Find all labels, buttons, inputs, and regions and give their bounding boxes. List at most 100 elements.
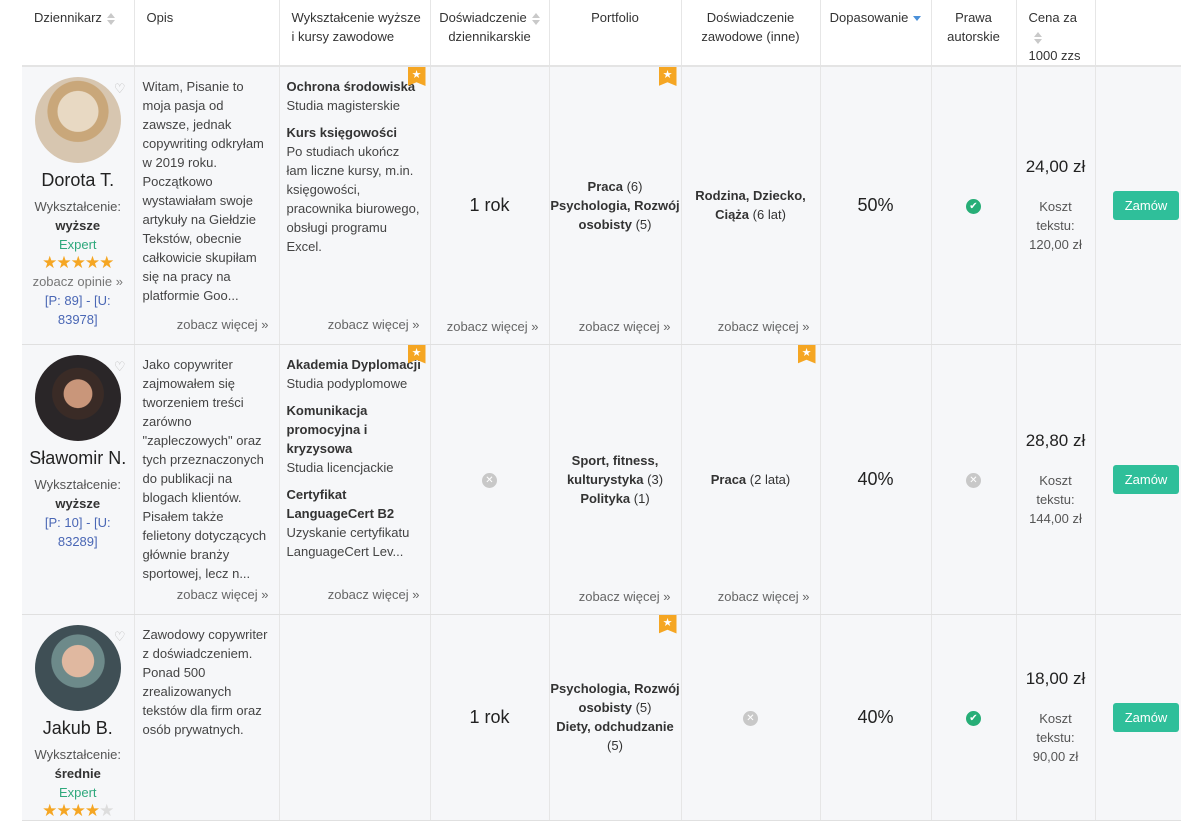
header-prawa-autorskie: Prawa autorskie <box>931 0 1017 67</box>
edu-item: Akademia Dyplomacji Studia podyplomowe <box>286 356 421 391</box>
see-more-link[interactable]: zobacz więcej » <box>328 585 420 604</box>
price-value: 24,00 zł <box>1025 156 1086 176</box>
cost-text: Koszt tekstu: 120,00 zł <box>1029 198 1082 252</box>
cost-text: Koszt tekstu: 144,00 zł <box>1029 472 1082 526</box>
education-cell: ★ Akademia Dyplomacji Studia podyplomowe … <box>279 344 431 615</box>
header-doswiadczenie-zawodowe: Doświadczenie zawodowe (inne) <box>681 0 821 67</box>
portfolio-list: Praca (6) Psychologia, Rozwój osobisty (… <box>550 178 680 232</box>
avatar[interactable] <box>34 77 121 163</box>
sort-icon[interactable] <box>1033 31 1042 44</box>
rating-stars: ★★★★★ <box>42 800 114 820</box>
price-cell: 18,00 zł Koszt tekstu: 90,00 zł <box>1016 614 1096 821</box>
header-dziennikarz[interactable]: Dziennikarz <box>22 0 135 67</box>
check-icon: ✔ <box>966 198 981 214</box>
other-exp-cell: Rodzina, Dziecko, Ciąża (6 lat) zobacz w… <box>681 66 821 345</box>
see-more-link[interactable]: zobacz więcej » <box>177 315 269 334</box>
match-cell: 40% <box>820 614 932 821</box>
heart-icon[interactable]: ♡ <box>114 629 126 645</box>
see-more-link[interactable]: zobacz więcej » <box>328 315 420 334</box>
other-exp-list: Rodzina, Dziecko, Ciąża (6 lat) <box>695 188 806 223</box>
pu-link[interactable]: [P: 10] - [U: 83289] <box>22 513 134 551</box>
portfolio-list: Psychologia, Rozwój osobisty (5) Diety, … <box>550 681 680 753</box>
table-row: ♡ Jakub B. Wykształcenie: średnie Expert … <box>22 614 1181 821</box>
header-dopasowanie[interactable]: Dopasowanie <box>820 0 932 67</box>
description-text: Jako copywriter zajmowałem się tworzenie… <box>142 356 267 581</box>
heart-icon[interactable]: ♡ <box>114 359 126 375</box>
other-exp-cell: ✕ <box>681 614 821 821</box>
cost-text: Koszt tekstu: 90,00 zł <box>1032 710 1079 764</box>
journalist-cell: ♡ Sławomir N. Wykształcenie: wyższe [P: 1… <box>22 344 135 615</box>
table-row: ♡ Sławomir N. Wykształcenie: wyższe [P: 1… <box>22 344 1181 615</box>
header-wyksztalcenie: Wykształcenie wyższe i kursy zawodowe <box>279 0 431 67</box>
journalist-cell: ♡ Dorota T. Wykształcenie: wyższe Expert … <box>22 66 135 345</box>
expert-badge: Expert <box>58 784 97 800</box>
education-cell: ★ Ochrona środowiska Studia magisterskie … <box>279 66 431 345</box>
match-value: 50% <box>857 194 894 215</box>
cross-icon: ✕ <box>966 472 981 488</box>
order-button[interactable]: Zamów <box>1112 190 1180 220</box>
price-cell: 24,00 zł Koszt tekstu: 120,00 zł <box>1016 66 1096 345</box>
order-button[interactable]: Zamów <box>1112 702 1180 732</box>
education-label: Wykształcenie: wyższe <box>34 476 122 511</box>
table-row: ♡ Dorota T. Wykształcenie: wyższe Expert … <box>22 66 1181 345</box>
edu-item: Komunikacja promocyjna i kryzysowa Studia… <box>286 402 394 475</box>
star-badge-icon: ★ <box>658 67 677 86</box>
copyright-cell: ✕ <box>931 344 1017 615</box>
see-opinions-link[interactable]: zobacz opinie » <box>22 272 134 291</box>
avatar[interactable] <box>34 624 121 711</box>
portfolio-list: Sport, fitness, kulturystyka (3) Polityk… <box>566 452 664 506</box>
journalism-value: 1 rok <box>469 194 510 215</box>
header-empty <box>1095 0 1181 67</box>
journalism-value: 1 rok <box>469 706 510 727</box>
match-value: 40% <box>857 468 894 489</box>
match-cell: 50% <box>820 66 932 345</box>
match-value: 40% <box>857 706 894 727</box>
match-cell: 40% <box>820 344 932 615</box>
heart-icon[interactable]: ♡ <box>114 81 126 97</box>
order-button[interactable]: Zamów <box>1112 464 1180 494</box>
header-portfolio: Portfolio <box>549 0 682 67</box>
portfolio-cell: Sport, fitness, kulturystyka (3) Polityk… <box>549 344 682 615</box>
order-cell: Zamów <box>1095 614 1181 821</box>
journalist-name[interactable]: Sławomir N. <box>22 447 134 469</box>
other-exp-cell: ★ Praca (2 lata) zobacz więcej » <box>681 344 821 615</box>
see-more-link[interactable]: zobacz więcej » <box>447 319 539 334</box>
journalists-table: Dziennikarz Opis Wykształcenie wyższe i k… <box>22 0 1181 821</box>
see-more-link[interactable]: zobacz więcej » <box>579 319 671 334</box>
description-text: Zawodowy copywriter z doświadczeniem. Po… <box>142 626 268 737</box>
sort-icon[interactable] <box>531 12 540 25</box>
education-cell <box>279 614 431 821</box>
price-value: 28,80 zł <box>1025 430 1086 450</box>
other-exp-list: Praca (2 lata) <box>710 471 791 487</box>
edu-item: Kurs księgowości Po studiach ukończ łam l… <box>286 125 420 254</box>
check-icon: ✔ <box>966 710 981 726</box>
header-opis: Opis <box>134 0 280 67</box>
see-more-link[interactable]: zobacz więcej » <box>718 589 810 604</box>
pu-link[interactable]: [P: 89] - [U: 83978] <box>22 291 134 329</box>
description-cell: Jako copywriter zajmowałem się tworzenie… <box>134 344 280 615</box>
avatar[interactable] <box>34 354 121 441</box>
see-more-link[interactable]: zobacz więcej » <box>579 589 671 604</box>
description-text: Witam, Pisanie to moja pasja od zawsze, … <box>142 79 264 303</box>
journalist-name[interactable]: Jakub B. <box>22 717 134 739</box>
journalist-cell: ♡ Jakub B. Wykształcenie: średnie Expert … <box>22 614 135 821</box>
copyright-cell: ✔ <box>931 66 1017 345</box>
portfolio-cell: ★ Praca (6) Psychologia, Rozwój osobisty… <box>549 66 682 345</box>
description-cell: Zawodowy copywriter z doświadczeniem. Po… <box>134 614 280 821</box>
description-cell: Witam, Pisanie to moja pasja od zawsze, … <box>134 66 280 345</box>
star-badge-icon: ★ <box>797 344 816 364</box>
see-more-link[interactable]: zobacz więcej » <box>177 585 269 604</box>
sort-icon[interactable] <box>106 12 115 25</box>
header-doswiadczenie-dziennikarskie[interactable]: Doświadczenie dziennikarskie <box>430 0 550 67</box>
journalism-cell: 1 rok zobacz więcej » <box>430 66 550 345</box>
journalist-name[interactable]: Dorota T. <box>22 169 134 191</box>
journalism-cell: ✕ <box>430 344 550 615</box>
education-label: Wykształcenie: średnie <box>34 746 122 781</box>
header-cena[interactable]: Cena za 1000 zzs <box>1016 0 1096 67</box>
star-badge-icon: ★ <box>658 614 677 634</box>
order-cell: Zamów <box>1095 344 1181 615</box>
price-value: 18,00 zł <box>1025 668 1086 688</box>
sort-desc-icon[interactable] <box>913 16 922 22</box>
copyright-cell: ✔ <box>931 614 1017 821</box>
see-more-link[interactable]: zobacz więcej » <box>718 319 810 334</box>
